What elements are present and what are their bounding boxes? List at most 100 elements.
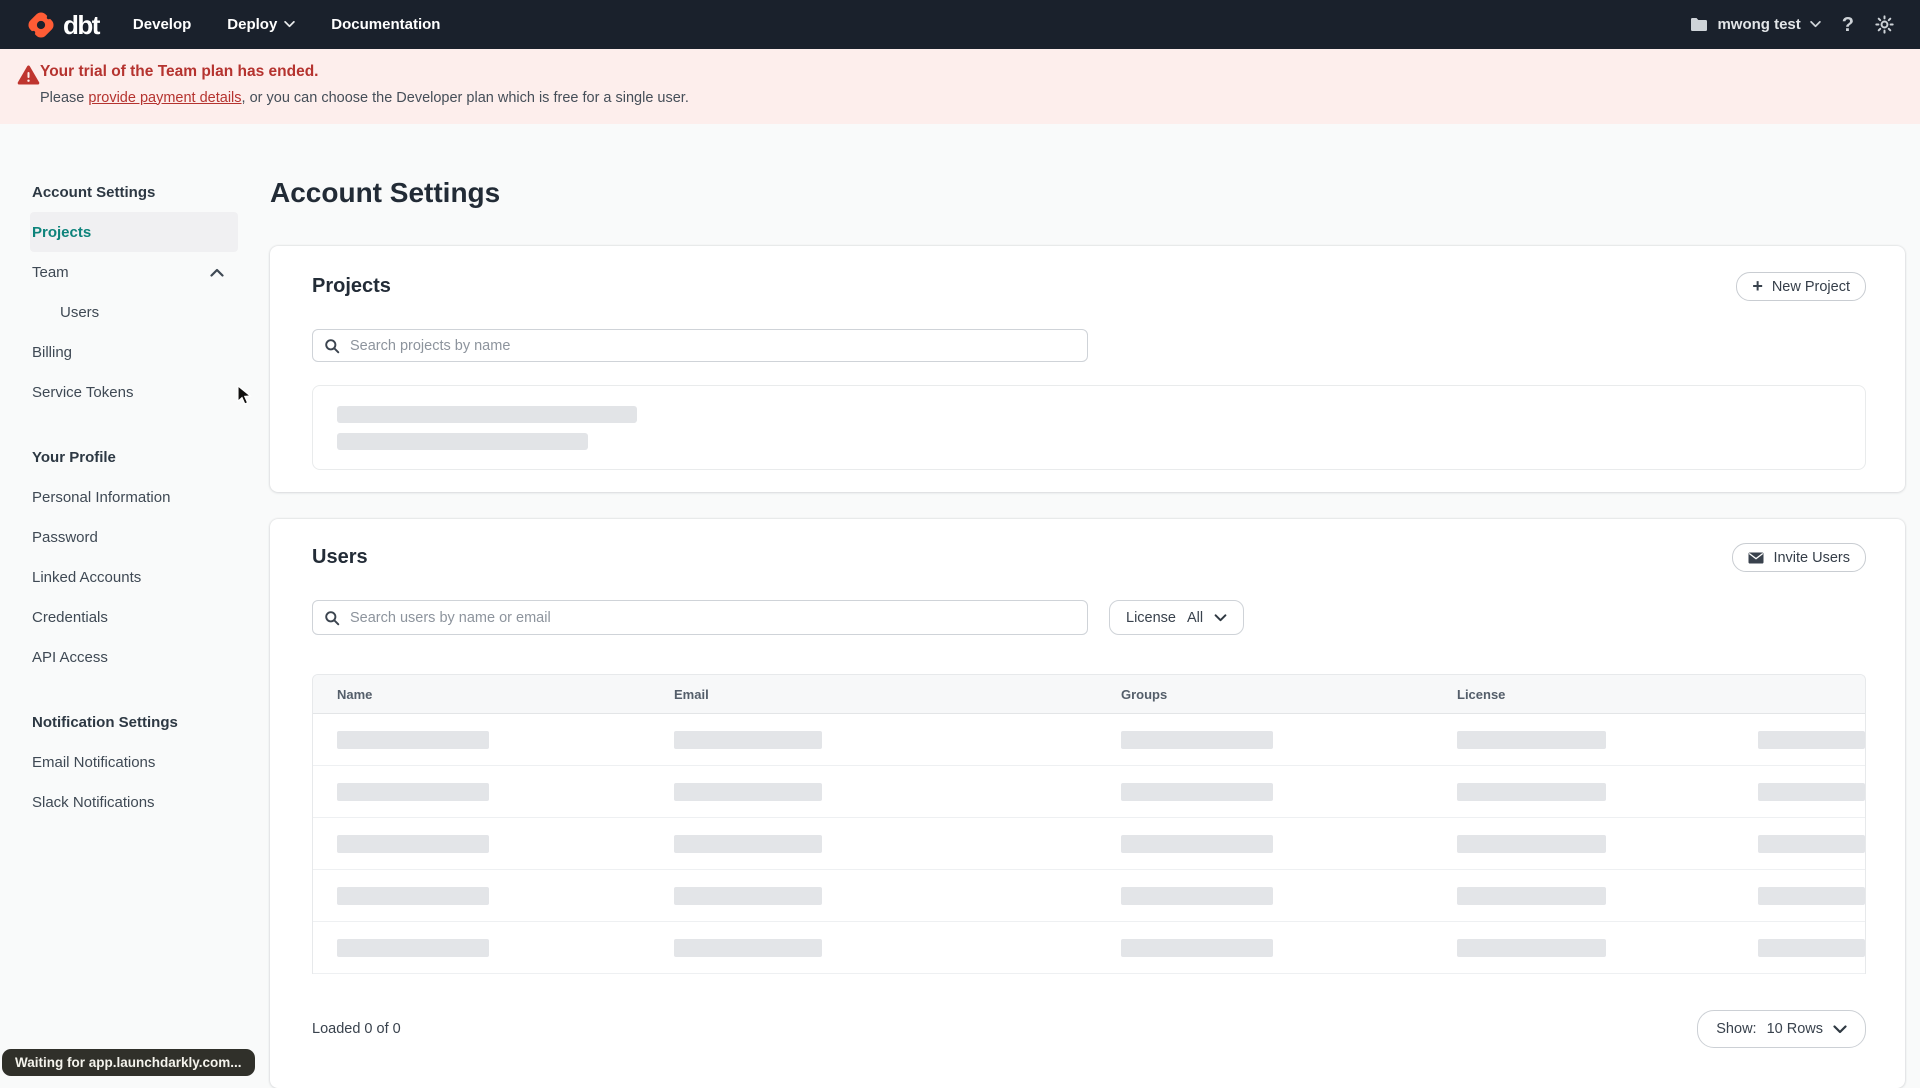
account-name: mwong test (1717, 16, 1800, 33)
license-filter-label: License (1126, 610, 1176, 626)
sidebar-item-label: Password (32, 529, 98, 546)
sidebar-item-personal-information[interactable]: Personal Information (30, 477, 238, 517)
banner-message-suffix: , or you can choose the Developer plan w… (242, 90, 689, 106)
sidebar-item-team[interactable]: Team (30, 252, 238, 292)
sidebar-section-notification-settings: Notification Settings (32, 702, 248, 742)
folder-icon (1690, 17, 1708, 32)
sidebar-item-label: Users (60, 304, 99, 321)
nav-documentation[interactable]: Documentation (331, 16, 440, 33)
sidebar-item-billing[interactable]: Billing (30, 332, 238, 372)
account-switcher[interactable]: mwong test (1690, 16, 1820, 33)
sidebar-item-linked-accounts[interactable]: Linked Accounts (30, 557, 238, 597)
sidebar-section-your-profile: Your Profile (32, 437, 248, 477)
cell (650, 731, 1097, 749)
trial-ended-banner: Your trial of the Team plan has ended. P… (0, 49, 1920, 124)
provide-payment-details-link[interactable]: provide payment details (88, 90, 241, 106)
nav-develop-label: Develop (133, 16, 191, 33)
sidebar-item-label: Billing (32, 344, 72, 361)
plus-icon (1752, 277, 1763, 296)
cell (1433, 887, 1734, 905)
cell (313, 731, 650, 749)
projects-card-header: Projects New Project (312, 272, 1866, 301)
sidebar-item-label: Team (32, 264, 69, 281)
sidebar-item-password[interactable]: Password (30, 517, 238, 557)
help-icon[interactable] (1842, 15, 1854, 35)
dbt-logo-icon (26, 10, 56, 40)
cell (650, 887, 1097, 905)
search-icon (324, 338, 340, 354)
rows-per-page-label: Show: (1716, 1021, 1756, 1037)
sidebar-item-slack-notifications[interactable]: Slack Notifications (30, 782, 238, 822)
nav-documentation-label: Documentation (331, 16, 440, 33)
cell (1433, 731, 1734, 749)
nav-deploy-label: Deploy (227, 16, 277, 33)
new-project-button[interactable]: New Project (1736, 272, 1866, 301)
license-filter-dropdown[interactable]: License All (1109, 600, 1244, 635)
cell (313, 939, 650, 957)
sidebar-item-projects[interactable]: Projects (30, 212, 238, 252)
users-card-header: Users Invite Users (312, 543, 1866, 572)
sidebar-item-service-tokens[interactable]: Service Tokens (30, 372, 238, 412)
sidebar-item-api-access[interactable]: API Access (30, 637, 238, 677)
banner-message-prefix: Please (40, 90, 88, 106)
chevron-down-icon (1810, 21, 1821, 28)
cell (313, 783, 650, 801)
nav-develop[interactable]: Develop (133, 16, 191, 33)
topnav-right: mwong test (1690, 15, 1894, 35)
sidebar-item-email-notifications[interactable]: Email Notifications (30, 742, 238, 782)
cell (1734, 835, 1865, 853)
dbt-logo[interactable]: dbt (26, 10, 99, 40)
invite-users-button[interactable]: Invite Users (1732, 543, 1866, 572)
envelope-icon (1748, 552, 1764, 564)
cell (1097, 939, 1433, 957)
chevron-up-icon (210, 268, 224, 277)
chevron-down-icon (284, 21, 295, 28)
column-header-name: Name (313, 687, 650, 702)
cell (1734, 939, 1865, 957)
users-search-row: License All (312, 600, 1866, 635)
cell (1433, 835, 1734, 853)
users-search-box (312, 600, 1088, 635)
sidebar-item-credentials[interactable]: Credentials (30, 597, 238, 637)
sidebar-item-label: Email Notifications (32, 754, 155, 771)
cell (313, 887, 650, 905)
users-table: Name Email Groups License (312, 674, 1866, 974)
table-row-skeleton (313, 870, 1865, 922)
projects-card: Projects New Project (270, 246, 1905, 492)
projects-search-box (312, 329, 1088, 362)
column-header-groups: Groups (1097, 687, 1433, 702)
table-row-skeleton (313, 818, 1865, 870)
new-project-button-label: New Project (1772, 279, 1850, 295)
main-panel: Account Settings Projects New Project (248, 124, 1920, 1088)
gear-icon[interactable] (1875, 15, 1894, 34)
browser-status-text: Waiting for app.launchdarkly.com... (2, 1049, 255, 1076)
sidebar-item-users[interactable]: Users (30, 292, 238, 332)
sidebar-item-label: API Access (32, 649, 108, 666)
chevron-down-icon (1214, 614, 1227, 622)
users-card-title: Users (312, 546, 368, 569)
projects-search-row (312, 329, 1866, 362)
users-table-footer: Loaded 0 of 0 Show: 10 Rows (312, 1010, 1866, 1048)
sidebar-section-account-settings: Account Settings (32, 172, 248, 212)
cell (1433, 939, 1734, 957)
cell (1097, 835, 1433, 853)
sidebar-item-label: Slack Notifications (32, 794, 155, 811)
projects-loading-panel (312, 385, 1866, 470)
cell (650, 939, 1097, 957)
sidebar-item-label: Credentials (32, 609, 108, 626)
banner-title: Your trial of the Team plan has ended. (40, 63, 1900, 82)
column-header-email: Email (650, 687, 1097, 702)
settings-sidebar: Account Settings Projects Team Users Bil… (0, 124, 248, 822)
cell (650, 835, 1097, 853)
search-icon (324, 610, 340, 626)
cell (1097, 783, 1433, 801)
skeleton-bar (337, 406, 637, 423)
warning-icon (17, 65, 40, 90)
banner-message: Please provide payment details, or you c… (40, 89, 1900, 108)
sidebar-item-label: Service Tokens (32, 384, 133, 401)
nav-deploy[interactable]: Deploy (227, 16, 295, 33)
column-header-license: License (1433, 687, 1734, 702)
rows-per-page-dropdown[interactable]: Show: 10 Rows (1697, 1010, 1866, 1048)
projects-search-input[interactable] (312, 329, 1088, 362)
users-search-input[interactable] (312, 600, 1088, 635)
